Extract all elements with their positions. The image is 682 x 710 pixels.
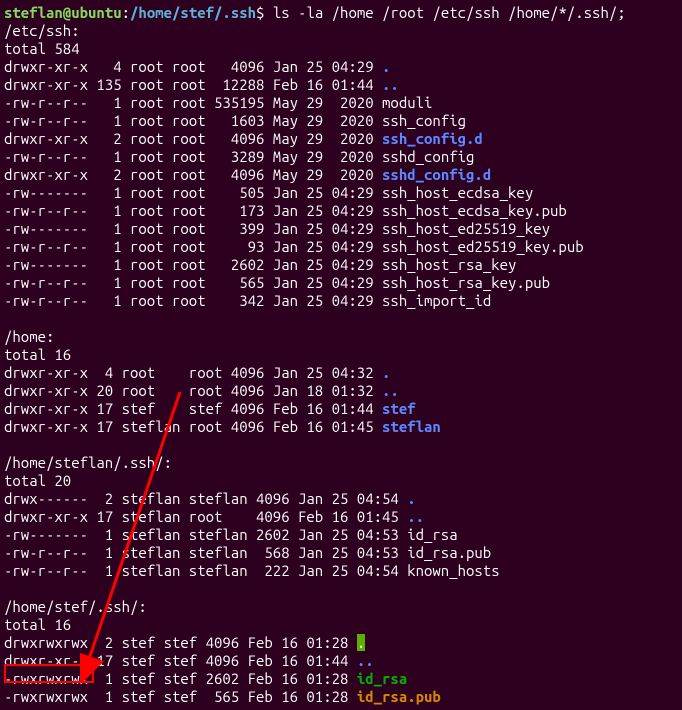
file-row: drwx------ 2 steflan steflan 4096 Jan 25… [4, 490, 407, 507]
file-name: id_rsa [407, 526, 457, 543]
file-row: drwxr-xr-x 17 steflan root 4096 Feb 16 0… [4, 508, 407, 525]
file-name: stef [382, 400, 416, 417]
file-name: . [382, 58, 390, 75]
file-row: -rw------- 1 root root 505 Jan 25 04:29 [4, 184, 382, 201]
section-total: total 16 [4, 616, 71, 633]
file-name: . [407, 490, 415, 507]
file-row: drwxr-xr-x 17 steflan root 4096 Feb 16 0… [4, 418, 382, 435]
file-name: . [382, 364, 390, 381]
file-name: sshd_config.d [382, 166, 491, 183]
prompt-user: steflan@ubuntu [4, 4, 122, 21]
file-row: drwxr-xr-x 17 stef stef 4096 Feb 16 01:4… [4, 652, 357, 669]
file-name: .. [382, 382, 399, 399]
file-name: sshd_config [382, 148, 474, 165]
file-row: drwxr-xr-x 4 root root 4096 Jan 25 04:32 [4, 364, 382, 381]
file-name: id_rsa [357, 670, 407, 687]
file-row: -rw-r--r-- 1 root root 565 Jan 25 04:29 [4, 274, 382, 291]
file-row: drwxr-xr-x 2 root root 4096 May 29 2020 [4, 130, 382, 147]
file-name: ssh_host_rsa_key.pub [382, 274, 550, 291]
file-row: -rw------- 1 root root 399 Jan 25 04:29 [4, 220, 382, 237]
section-header: /home/steflan/.ssh/: [4, 454, 172, 471]
file-row: drwxrwxrwx 2 stef stef 4096 Feb 16 01:28 [4, 634, 357, 651]
file-name: ssh_config.d [382, 130, 483, 147]
section-header: /home: [4, 328, 54, 345]
file-row: -rw-r--r-- 1 root root 93 Jan 25 04:29 [4, 238, 382, 255]
file-row: -rw-r--r-- 1 root root 1603 May 29 2020 [4, 112, 382, 129]
file-row: drwxr-xr-x 135 root root 12288 Feb 16 01… [4, 76, 382, 93]
file-name: ssh_host_ed25519_key [382, 220, 550, 237]
file-row: drwxr-xr-x 4 root root 4096 Jan 25 04:29 [4, 58, 382, 75]
file-row: -rw-r--r-- 1 root root 535195 May 29 202… [4, 94, 382, 111]
section-header: /home/stef/.ssh/: [4, 598, 147, 615]
prompt-path: /home/stef/.ssh [130, 4, 256, 21]
file-name: id_rsa.pub [407, 544, 491, 561]
file-name: ssh_host_ecdsa_key.pub [382, 202, 567, 219]
file-name: known_hosts [407, 562, 499, 579]
file-row: drwxr-xr-x 17 stef stef 4096 Feb 16 01:4… [4, 400, 382, 417]
section-total: total 584 [4, 40, 80, 57]
section-header: /etc/ssh: [4, 22, 80, 39]
file-row: drwxr-xr-x 2 root root 4096 May 29 2020 [4, 166, 382, 183]
file-row: -rwxrwxrwx 1 stef stef 565 Feb 16 01:28 [4, 688, 357, 705]
file-name: . [357, 634, 365, 651]
file-row: -rw------- 1 root root 2602 Jan 25 04:29 [4, 256, 382, 273]
file-row: -rw-r--r-- 1 root root 173 Jan 25 04:29 [4, 202, 382, 219]
file-name: moduli [382, 94, 432, 111]
file-name: .. [382, 76, 399, 93]
file-name: steflan [382, 418, 441, 435]
section-total: total 16 [4, 346, 71, 363]
file-row: -rw-r--r-- 1 steflan steflan 568 Jan 25 … [4, 544, 407, 561]
file-name: ssh_import_id [382, 292, 491, 309]
section-total: total 20 [4, 472, 71, 489]
file-name: ssh_host_ed25519_key.pub [382, 238, 584, 255]
file-name: ssh_host_rsa_key [382, 256, 516, 273]
file-row: -rw------- 1 steflan steflan 2602 Jan 25… [4, 526, 407, 543]
file-name: .. [407, 508, 424, 525]
file-row: -rw-r--r-- 1 steflan steflan 222 Jan 25 … [4, 562, 407, 579]
file-name: id_rsa.pub [357, 688, 441, 705]
file-row: -rw-r--r-- 1 root root 3289 May 29 2020 [4, 148, 382, 165]
file-row: -rwxrwxrwx 1 stef stef 2602 Feb 16 01:28 [4, 670, 357, 687]
file-name: ssh_host_ecdsa_key [382, 184, 533, 201]
terminal-output: steflan@ubuntu:/home/stef/.ssh$ ls -la /… [4, 4, 678, 706]
file-name: .. [357, 652, 374, 669]
file-row: -rw-r--r-- 1 root root 342 Jan 25 04:29 [4, 292, 382, 309]
file-row: drwxr-xr-x 20 root root 4096 Jan 18 01:3… [4, 382, 382, 399]
file-name: ssh_config [382, 112, 466, 129]
command: ls -la /home /root /etc/ssh /home/*/.ssh… [273, 4, 626, 21]
